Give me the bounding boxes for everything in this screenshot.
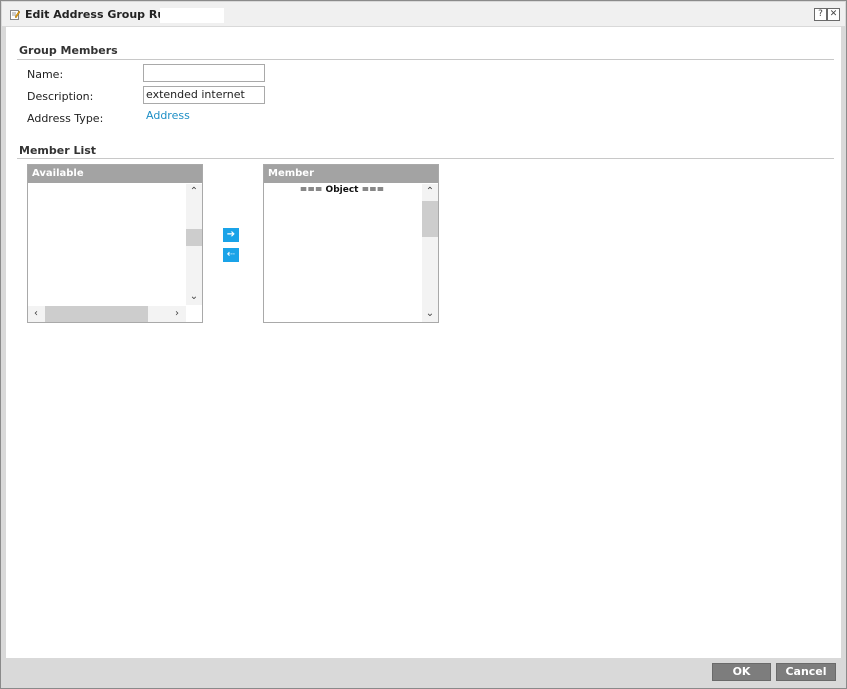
window-title: Edit Address Group Rule [25, 8, 177, 21]
title-bar[interactable]: Edit Address Group Rule ? ✕ [2, 2, 845, 26]
remove-from-member-button[interactable]: ⇠ [223, 248, 239, 262]
scrollbar-thumb[interactable] [422, 201, 438, 237]
edit-address-group-dialog: Edit Address Group Rule ? ✕ Group Member… [0, 0, 847, 689]
close-button[interactable]: ✕ [827, 8, 840, 21]
name-input[interactable] [143, 64, 265, 82]
chevron-down-icon[interactable]: ⌄ [186, 289, 202, 305]
group-members-heading: Group Members [19, 44, 118, 57]
chevron-down-icon[interactable]: ⌄ [422, 306, 438, 322]
description-input[interactable] [143, 86, 265, 104]
address-type-value: Address [146, 109, 190, 122]
member-list-heading: Member List [19, 144, 97, 157]
member-header: Member [264, 165, 438, 183]
edit-icon [10, 10, 20, 20]
add-to-member-button[interactable]: ➔ [223, 228, 239, 242]
arrow-left-icon: ⇠ [226, 249, 236, 260]
available-horizontal-scrollbar[interactable]: ‹ › [28, 306, 186, 322]
available-header: Available [28, 165, 202, 183]
section-divider [17, 158, 834, 159]
list-row-placeholder [28, 183, 143, 185]
section-divider [17, 59, 834, 60]
name-label: Name: [27, 68, 64, 81]
title-redacted-area [160, 8, 224, 23]
arrow-right-icon: ➔ [226, 229, 236, 240]
scrollbar-thumb[interactable] [186, 229, 202, 246]
available-vertical-scrollbar[interactable]: ⌃ ⌄ [186, 184, 202, 305]
dialog-content: Group Members Name: Description: Address… [6, 27, 841, 658]
chevron-up-icon[interactable]: ⌃ [186, 184, 202, 200]
help-button[interactable]: ? [814, 8, 827, 21]
member-listbox[interactable]: Member === Object === ⌃ ⌄ [263, 164, 439, 323]
description-label: Description: [27, 90, 94, 103]
ok-button[interactable]: OK [712, 663, 771, 681]
member-vertical-scrollbar[interactable]: ⌃ ⌄ [422, 184, 438, 322]
cancel-button[interactable]: Cancel [776, 663, 836, 681]
address-type-label: Address Type: [27, 112, 104, 125]
chevron-left-icon[interactable]: ‹ [28, 306, 44, 322]
chevron-right-icon[interactable]: › [169, 306, 185, 322]
chevron-up-icon[interactable]: ⌃ [422, 184, 438, 200]
available-listbox[interactable]: Available ⌃ ⌄ ‹ › [27, 164, 203, 323]
list-item[interactable]: === Object === [264, 185, 420, 195]
scrollbar-thumb[interactable] [45, 306, 148, 322]
